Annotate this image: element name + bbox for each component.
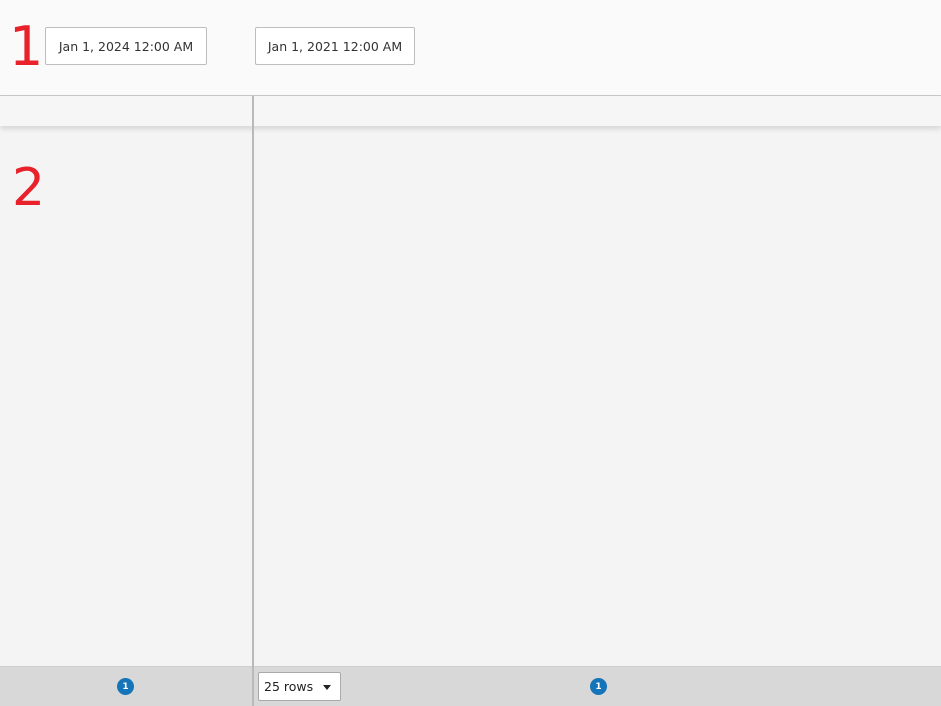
end-date-button[interactable]: Jan 1, 2021 12:00 AM: [255, 27, 415, 65]
pagination-footer: 1 25 rows 1: [0, 666, 941, 706]
left-pane: 2: [0, 96, 252, 666]
annotation-marker-1: 1: [9, 15, 44, 78]
rows-per-page-select[interactable]: 25 rows: [258, 672, 341, 701]
annotation-marker-2: 2: [12, 158, 46, 218]
caret-down-icon: [323, 685, 331, 690]
right-page-number-badge[interactable]: 1: [590, 678, 607, 695]
pane-splitter[interactable]: [252, 96, 254, 706]
right-pane: [254, 96, 941, 666]
start-date-button[interactable]: Jan 1, 2024 12:00 AM: [45, 27, 207, 65]
app-window: 1 Jan 1, 2024 12:00 AM Jan 1, 2021 12:00…: [0, 0, 941, 706]
left-pane-header: [0, 96, 252, 126]
column-header-bar: [0, 96, 941, 126]
rows-per-page-value: 25 rows: [264, 679, 314, 694]
right-pane-footer: 25 rows 1: [254, 667, 941, 706]
left-pane-footer: 1: [0, 667, 252, 706]
date-range-toolbar: 1 Jan 1, 2024 12:00 AM Jan 1, 2021 12:00…: [0, 0, 941, 96]
left-page-number-badge[interactable]: 1: [117, 678, 134, 695]
right-pane-header: [254, 96, 941, 126]
